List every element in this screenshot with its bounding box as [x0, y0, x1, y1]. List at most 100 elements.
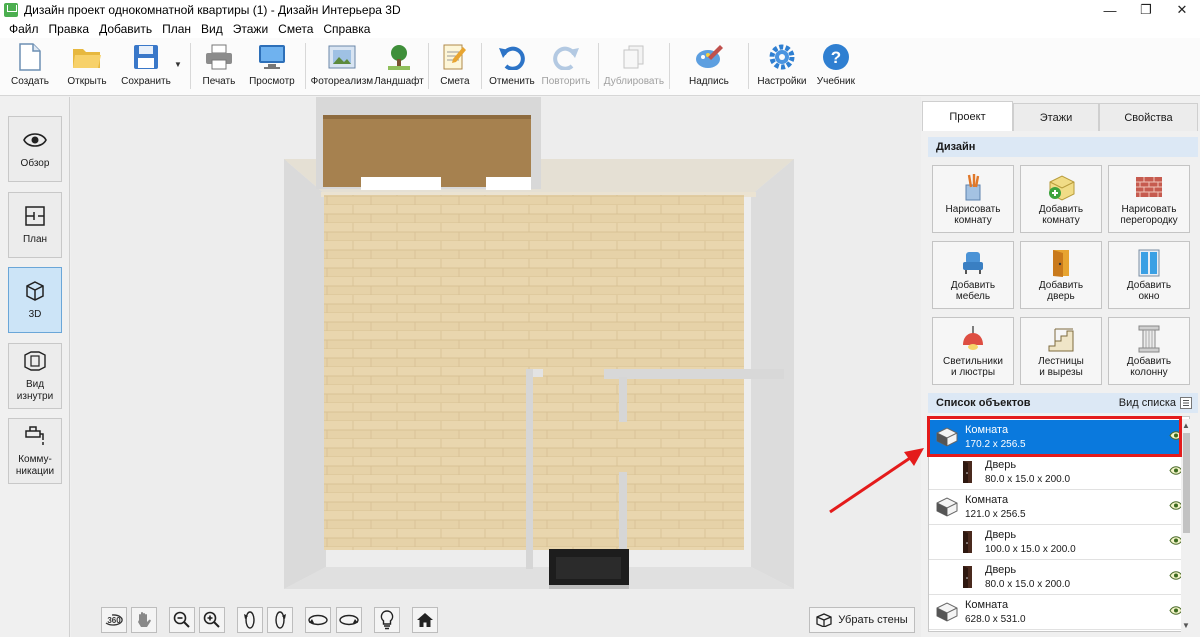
menu-estimate[interactable]: Смета — [273, 22, 318, 36]
toolbar-separator — [747, 43, 749, 89]
save-button[interactable]: Сохранить — [116, 38, 176, 94]
floor-plan-3d-render[interactable] — [71, 97, 921, 607]
add-room-button[interactable]: Добавить комнату — [1020, 165, 1102, 233]
rotate-left-button[interactable] — [237, 607, 263, 633]
object-list-scrollbar[interactable]: ▲ ▼ — [1181, 419, 1192, 632]
home-view-button[interactable] — [412, 607, 438, 633]
create-button[interactable]: Создать — [2, 38, 58, 94]
draw-room-button[interactable]: Нарисовать комнату — [932, 165, 1014, 233]
overview-button[interactable]: Обзор — [8, 116, 62, 182]
list-view-toggle[interactable]: Вид списка — [1119, 397, 1192, 409]
main-toolbar: Создать Открыть Сохранить ▼ Печать Просм… — [0, 38, 1200, 96]
close-button[interactable]: ✕ — [1164, 0, 1200, 20]
preview-button[interactable]: Просмотр — [243, 38, 301, 94]
settings-button[interactable]: Настройки — [753, 38, 811, 94]
rotate-right-button[interactable] — [267, 607, 293, 633]
redo-button[interactable]: Повторить — [538, 38, 594, 94]
toolbar-separator — [427, 43, 429, 89]
pan-hand-button[interactable] — [131, 607, 157, 633]
list-item[interactable]: Дверь 100.0 x 15.0 x 200.0 — [929, 525, 1189, 560]
faucet-icon — [23, 424, 47, 448]
tree-icon — [384, 42, 414, 72]
save-dropdown-arrow-icon[interactable]: ▼ — [174, 60, 182, 69]
scroll-up-arrow-icon[interactable]: ▲ — [1182, 421, 1190, 430]
rotate-left-icon — [244, 611, 255, 629]
design-section-header: Дизайн — [928, 137, 1198, 157]
door-item-icon — [955, 530, 979, 554]
tilt-up-icon — [308, 614, 328, 626]
svg-text:?: ? — [831, 48, 841, 67]
menu-help[interactable]: Справка — [318, 22, 375, 36]
monitor-icon — [257, 42, 287, 72]
floor-plan-icon — [23, 204, 47, 228]
add-door-button[interactable]: Добавить дверь — [1020, 241, 1102, 309]
menu-view[interactable]: Вид — [196, 22, 228, 36]
hand-icon — [138, 612, 151, 627]
stairs-button[interactable]: Лестницы и вырезы — [1020, 317, 1102, 385]
add-door-label: Добавить дверь — [1038, 280, 1084, 302]
brush-palette-icon — [694, 42, 724, 72]
brick-wall-icon — [1134, 172, 1164, 202]
zoom-out-button[interactable] — [169, 607, 195, 633]
list-view-icon — [1180, 397, 1192, 409]
tilt-down-button[interactable] — [336, 607, 362, 633]
add-column-button[interactable]: Добавить колонну — [1108, 317, 1190, 385]
plan-button[interactable]: План — [8, 192, 62, 258]
zoom-in-icon — [203, 611, 220, 628]
tab-properties[interactable]: Свойства — [1099, 103, 1198, 131]
menu-edit[interactable]: Правка — [44, 22, 95, 36]
tilt-up-button[interactable] — [305, 607, 331, 633]
zoom-in-button[interactable] — [199, 607, 225, 633]
lighting-button[interactable] — [374, 607, 400, 633]
estimate-button[interactable]: Смета — [433, 38, 477, 94]
3d-view-button[interactable]: 3D — [8, 267, 62, 333]
tutorial-button[interactable]: ? Учебник — [811, 38, 861, 94]
list-item[interactable]: Дверь 80.0 x 15.0 x 200.0 — [929, 455, 1189, 490]
column-icon — [1134, 324, 1164, 354]
lamps-button[interactable]: Светильники и люстры — [932, 317, 1014, 385]
scroll-down-arrow-icon[interactable]: ▼ — [1182, 621, 1190, 630]
annotation-arrow-icon — [829, 448, 924, 514]
tab-floors[interactable]: Этажи — [1013, 103, 1099, 131]
room-box-icon — [935, 495, 959, 519]
draw-partition-label: Нарисовать перегородку — [1120, 204, 1178, 226]
toolbar-separator — [189, 43, 191, 89]
undo-button[interactable]: Отменить — [486, 38, 538, 94]
list-item[interactable]: Комната 121.0 x 256.5 — [929, 490, 1189, 525]
add-window-label: Добавить окно — [1126, 280, 1172, 302]
lamp-icon — [958, 324, 988, 354]
caption-button[interactable]: Надпись — [674, 38, 744, 94]
home-icon — [417, 613, 433, 627]
add-window-button[interactable]: Добавить окно — [1108, 241, 1190, 309]
add-furniture-button[interactable]: Добавить мебель — [932, 241, 1014, 309]
open-button[interactable]: Открыть — [58, 38, 116, 94]
communications-button[interactable]: Комму-никации — [8, 418, 62, 484]
rotate-360-button[interactable]: 360 — [101, 607, 127, 633]
inside-view-button[interactable]: Вид изнутри — [8, 343, 62, 409]
landscape-button[interactable]: Ландшафт — [374, 38, 424, 94]
rotate-right-icon — [275, 611, 286, 629]
tab-project[interactable]: Проект — [922, 101, 1013, 131]
photorealism-button[interactable]: Фотореализм — [310, 38, 374, 94]
remove-walls-button[interactable]: Убрать стены — [809, 607, 915, 633]
menu-file[interactable]: Файл — [4, 22, 44, 36]
duplicate-button[interactable]: Дублировать — [603, 38, 665, 94]
folder-icon — [72, 42, 102, 72]
interior-room-icon — [23, 349, 47, 373]
menu-floors[interactable]: Этажи — [228, 22, 273, 36]
lamps-label: Светильники и люстры — [943, 356, 1003, 378]
maximize-button[interactable]: ❐ — [1128, 0, 1164, 20]
menu-add[interactable]: Добавить — [94, 22, 157, 36]
printer-icon — [204, 42, 234, 72]
print-button[interactable]: Печать — [195, 38, 243, 94]
3d-viewport[interactable] — [71, 97, 921, 637]
minimize-button[interactable]: — — [1092, 0, 1128, 20]
list-item[interactable]: Дверь 80.0 x 15.0 x 200.0 — [929, 560, 1189, 595]
draw-partition-button[interactable]: Нарисовать перегородку — [1108, 165, 1190, 233]
scroll-thumb[interactable] — [1183, 433, 1190, 533]
window-title: Дизайн проект однокомнатной квартиры (1)… — [24, 3, 401, 17]
zoom-out-icon — [173, 611, 190, 628]
list-item[interactable]: Комната 628.0 x 531.0 — [929, 595, 1189, 630]
svg-text:360: 360 — [107, 616, 121, 625]
menu-plan[interactable]: План — [157, 22, 196, 36]
